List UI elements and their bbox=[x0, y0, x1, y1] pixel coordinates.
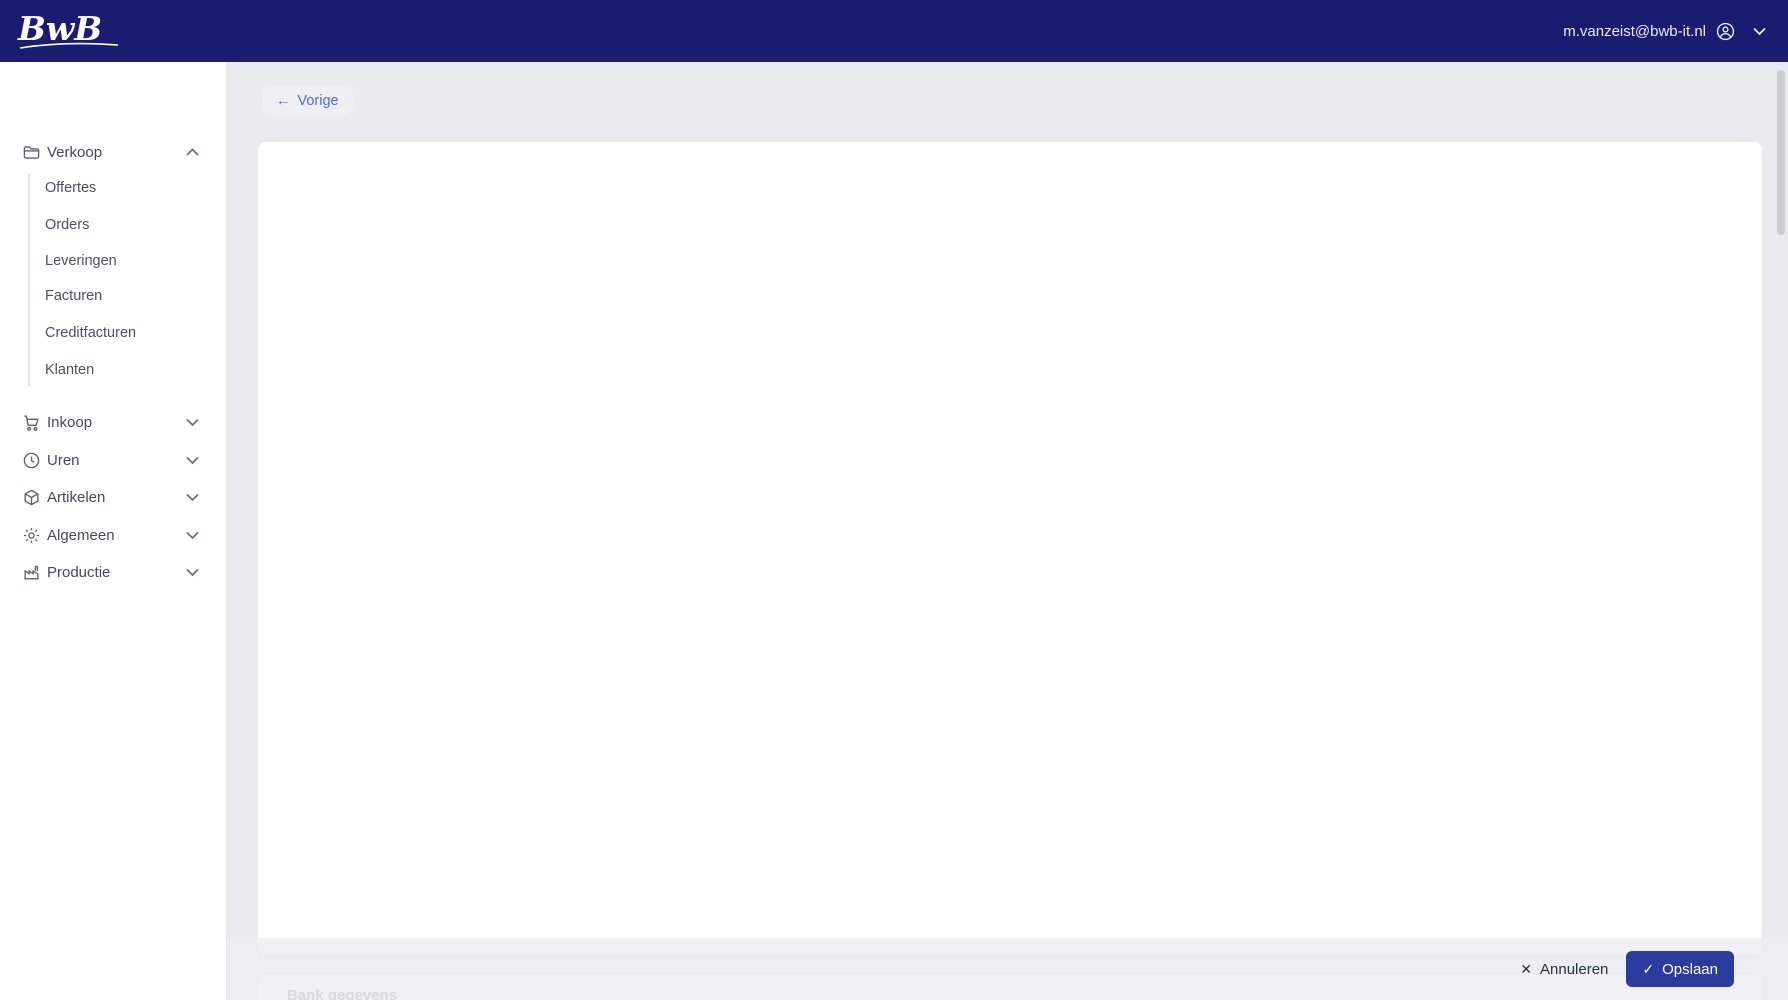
back-link[interactable]: ← Vorige bbox=[262, 86, 353, 116]
check-icon: ✓ bbox=[1642, 960, 1655, 977]
sidebar-item-label: Inkoop bbox=[47, 413, 93, 431]
chevron-down-icon bbox=[186, 531, 199, 540]
sidebar-item-label: Artikelen bbox=[47, 488, 106, 506]
cart-icon bbox=[22, 413, 41, 432]
scrollbar-thumb[interactable] bbox=[1777, 70, 1785, 235]
save-button-label: Opslaan bbox=[1662, 960, 1718, 978]
sidebar-item-label: Verkoop bbox=[47, 143, 103, 161]
user-email: m.vanzeist@bwb-it.nl bbox=[1563, 22, 1706, 40]
app-window: BwB m.vanzeist@bwb-it.nl Verkoop Offerte… bbox=[0, 0, 1788, 1000]
close-icon: ✕ bbox=[1520, 960, 1532, 977]
save-button[interactable]: ✓ Opslaan bbox=[1626, 951, 1734, 987]
factory-icon bbox=[22, 563, 41, 582]
action-footer: ✕ Annuleren ✓ Opslaan bbox=[227, 938, 1788, 1000]
chevron-down-icon bbox=[186, 418, 199, 427]
bwb-logo[interactable]: BwB bbox=[14, 7, 142, 55]
sidebar-item-facturen[interactable]: Facturen bbox=[45, 283, 195, 309]
sidebar-item-creditfacturen[interactable]: Creditfacturen bbox=[45, 320, 195, 346]
chevron-down-icon bbox=[186, 493, 199, 502]
box-icon bbox=[22, 488, 41, 507]
chevron-down-icon bbox=[186, 456, 199, 465]
sidebar-item-productie[interactable]: Productie bbox=[0, 557, 227, 587]
sidebar: Verkoop Offertes Orders Leveringen Factu… bbox=[0, 62, 227, 1000]
sidebar-item-offertes[interactable]: Offertes bbox=[45, 175, 195, 201]
sidebar-item-verkoop[interactable]: Verkoop bbox=[0, 137, 227, 167]
sidebar-item-label: Algemeen bbox=[47, 526, 115, 544]
gear-icon bbox=[22, 526, 41, 545]
user-menu[interactable]: m.vanzeist@bwb-it.nl bbox=[1563, 0, 1766, 62]
sidebar-item-label: Productie bbox=[47, 563, 111, 581]
chevron-up-icon bbox=[186, 147, 199, 157]
arrow-left-icon: ← bbox=[276, 93, 291, 109]
chevron-down-icon bbox=[186, 568, 199, 577]
top-navbar: BwB m.vanzeist@bwb-it.nl bbox=[0, 0, 1788, 62]
sidebar-item-label: Uren bbox=[47, 451, 80, 469]
sidebar-item-orders[interactable]: Orders bbox=[45, 212, 195, 238]
svg-text:BwB: BwB bbox=[17, 9, 102, 48]
chevron-down-icon bbox=[1753, 27, 1766, 36]
cancel-button[interactable]: ✕ Annuleren bbox=[1520, 961, 1608, 978]
sidebar-item-klanten[interactable]: Klanten bbox=[45, 357, 195, 383]
sidebar-item-leveringen[interactable]: Leveringen bbox=[45, 248, 195, 274]
customer-form-card bbox=[258, 142, 1762, 955]
subnav-indent-line bbox=[28, 174, 30, 386]
sidebar-item-inkoop[interactable]: Inkoop bbox=[0, 407, 227, 437]
clock-icon bbox=[22, 451, 41, 470]
cancel-button-label: Annuleren bbox=[1540, 960, 1609, 978]
folder-icon bbox=[22, 143, 41, 162]
sidebar-item-algemeen[interactable]: Algemeen bbox=[0, 520, 227, 550]
user-avatar-icon bbox=[1716, 22, 1735, 41]
back-link-label: Vorige bbox=[297, 93, 339, 109]
sidebar-item-uren[interactable]: Uren bbox=[0, 445, 227, 475]
sidebar-item-artikelen[interactable]: Artikelen bbox=[0, 482, 227, 512]
